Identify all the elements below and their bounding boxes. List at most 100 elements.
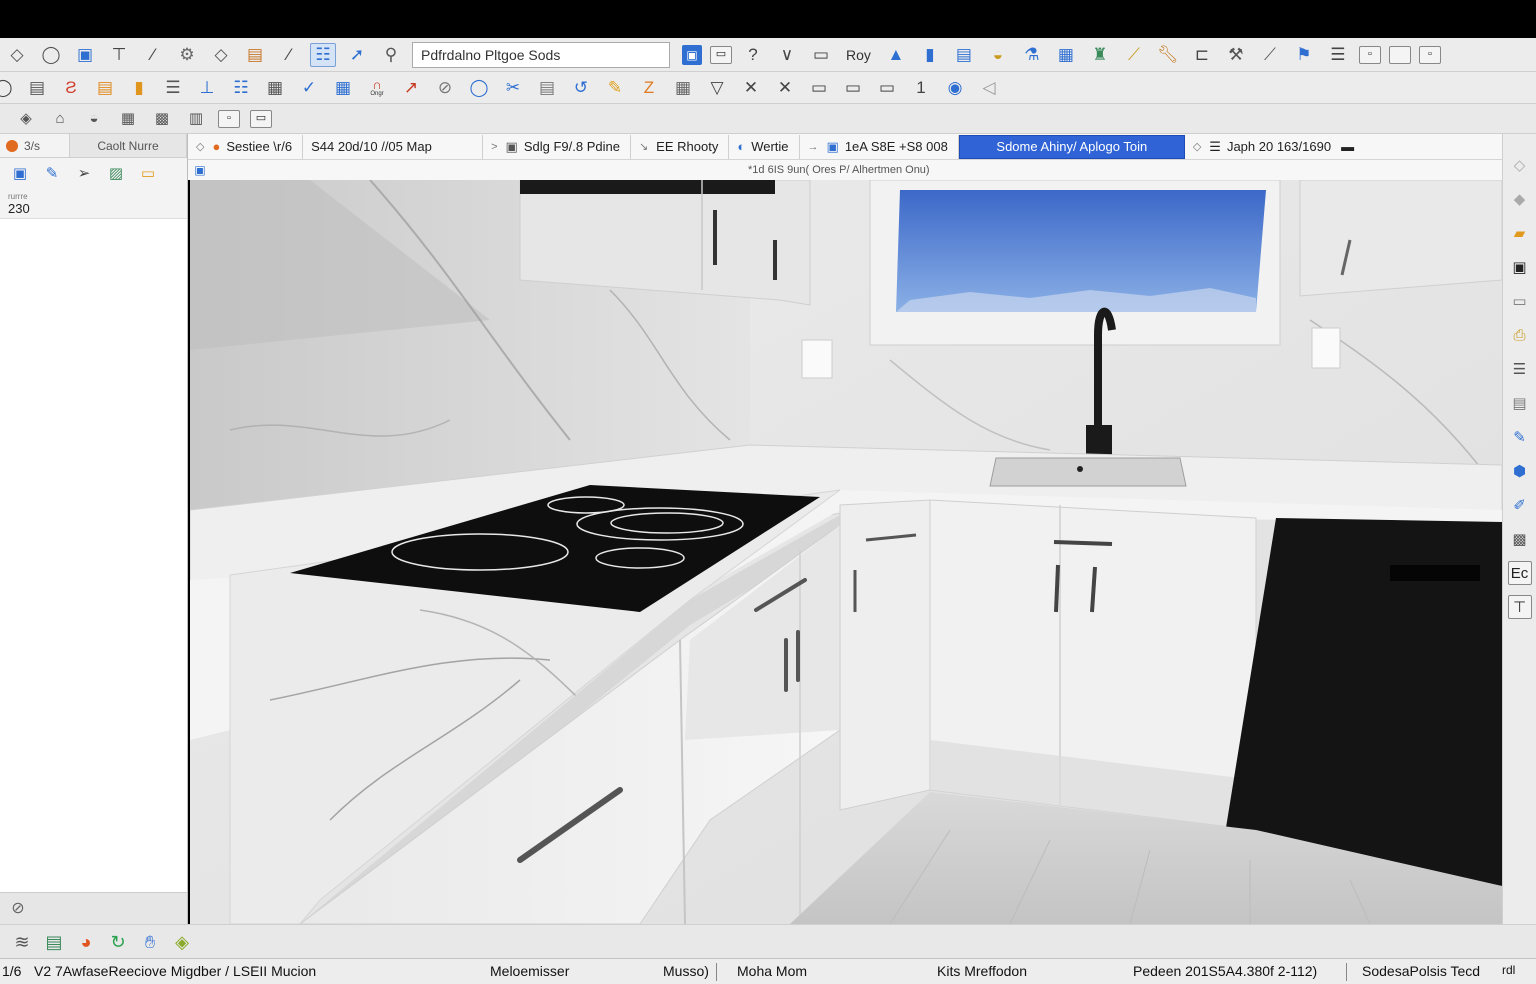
text-ec-icon[interactable]: Ec <box>1507 561 1532 585</box>
calculator-icon[interactable]: ▦ <box>670 76 696 100</box>
maximize-icon[interactable] <box>1388 45 1411 64</box>
gear-icon[interactable]: ⚙ <box>174 43 200 67</box>
screen-icon[interactable]: ▭ <box>250 109 272 128</box>
laptop-icon[interactable]: ▭ <box>136 162 160 184</box>
tools-icon[interactable]: ⚑ <box>1291 43 1317 67</box>
edit-icon[interactable]: ✓ <box>296 76 322 100</box>
blue-triangle-icon[interactable]: ▲ <box>883 43 909 67</box>
list-lines-icon[interactable]: ☰ <box>1508 357 1532 381</box>
ring-icon[interactable]: ◯ <box>466 76 492 100</box>
tab-rhooty[interactable]: ↘ EE Rhooty <box>631 134 730 159</box>
chevron-down-icon[interactable]: ∨ <box>774 43 800 67</box>
number-one-icon[interactable]: 1 <box>908 76 934 100</box>
palette-icon[interactable]: ◈ <box>169 930 195 954</box>
render-viewport[interactable] <box>190 180 1502 924</box>
pencil-icon[interactable]: ⁄ <box>140 43 166 67</box>
menu-icon[interactable]: ☰ <box>1325 43 1351 67</box>
notes-icon[interactable]: ▤ <box>534 76 560 100</box>
yellow-pencil-icon[interactable]: ✎ <box>602 76 628 100</box>
pin-down-icon[interactable]: ⊤ <box>1507 595 1532 619</box>
screwdriver-icon[interactable]: ⟋ <box>1257 43 1283 67</box>
tab-wertie[interactable]: ◐ Wertie <box>729 134 800 159</box>
building-icon[interactable]: ▥ <box>184 108 208 130</box>
bracket-icon[interactable]: ⊏ <box>1189 43 1215 67</box>
layout-icon[interactable]: ▦ <box>116 108 140 130</box>
window-icon[interactable]: ▤ <box>242 43 268 67</box>
ruler-icon[interactable]: ⟋ <box>1121 43 1147 67</box>
edit-blue-icon[interactable]: ✐ <box>1508 493 1532 517</box>
line-tool-icon[interactable]: ⁄ <box>276 43 302 67</box>
blue-circle-icon[interactable]: ◉ <box>942 76 968 100</box>
blank-doc-icon[interactable]: ▭ <box>1508 289 1532 313</box>
layers-icon[interactable]: ☷ <box>310 42 336 67</box>
panel-icon[interactable]: ▮ <box>917 43 943 67</box>
notebook-icon[interactable]: ✎ <box>40 162 64 184</box>
magnet-icon[interactable]: ∩ Ongr <box>364 76 390 100</box>
triangle-down-icon[interactable]: ▽ <box>704 76 730 100</box>
square-icon[interactable]: ▭ <box>806 76 832 100</box>
tab-japh[interactable]: ◇ ☰ Japh 20 163/1690 ▬ <box>1185 135 1364 159</box>
paint-roller-icon[interactable]: ⊤ <box>106 43 132 67</box>
back-arrow-icon[interactable]: ◁ <box>976 76 1002 100</box>
search-input[interactable]: Pdfrdalno Pltgoe Sods <box>412 41 670 68</box>
stamp-icon[interactable]: ♜ <box>1087 43 1113 67</box>
hand-icon[interactable]: ✋︎ <box>137 930 163 954</box>
cross-icon[interactable]: ✕ <box>772 76 798 100</box>
paint-bucket-icon[interactable]: ⚗ <box>1019 43 1045 67</box>
orange-folder-icon[interactable]: ▮ <box>126 76 152 100</box>
stroke-icon[interactable]: ≋ <box>9 930 35 954</box>
ticket-icon[interactable]: ▫ <box>218 109 240 128</box>
blue-marker-icon[interactable]: ▣ <box>192 162 208 178</box>
grid-square-icon[interactable]: ▩ <box>150 108 174 130</box>
tab-caolt-nurre[interactable]: Caolt Nurre <box>70 134 187 157</box>
tab-number[interactable]: → ▣ 1eA S8E +S8 008 <box>800 134 959 159</box>
planet-icon[interactable]: ◒ <box>82 108 106 130</box>
save-icon[interactable]: ▣ <box>72 43 98 67</box>
red-arrow-icon[interactable]: ↗ <box>398 76 424 100</box>
grid-blue-icon[interactable]: ▦ <box>330 76 356 100</box>
panel-blue-icon[interactable]: ▤ <box>951 43 977 67</box>
arrow-icon[interactable]: ➚ <box>344 43 370 67</box>
staircase-icon[interactable]: ⊥ <box>194 76 220 100</box>
arrow-right-icon[interactable]: ➢ <box>72 162 96 184</box>
list-icon[interactable]: ☰ <box>160 76 186 100</box>
circle-icon[interactable]: ◯ <box>0 76 16 100</box>
tab-sestiee[interactable]: ◇ ● Sestiee \r/6 <box>188 134 304 159</box>
hammer-icon[interactable]: ⚒ <box>1223 43 1249 67</box>
eraser-icon[interactable]: ◇ <box>208 43 234 67</box>
paint-icon[interactable]: ⬢ <box>1508 459 1532 483</box>
split-icon[interactable]: ▫ <box>1418 45 1441 64</box>
tab-3s[interactable]: 3/s <box>0 134 70 157</box>
window-black-icon[interactable]: ▣ <box>1508 255 1532 279</box>
pin-icon[interactable]: ⚲ <box>378 43 404 67</box>
close-icon[interactable]: ✕ <box>738 76 764 100</box>
frame-icon[interactable]: ▭ <box>710 45 732 64</box>
diamond-alt-icon[interactable]: ◆ <box>1508 187 1532 211</box>
minimize-icon[interactable]: ▭ <box>808 43 834 67</box>
table-icon[interactable]: ▤ <box>24 76 50 100</box>
blue-curve-icon[interactable]: ↺ <box>568 76 594 100</box>
square-outline-icon[interactable]: ▭ <box>840 76 866 100</box>
grid-icon[interactable]: ▦ <box>262 76 288 100</box>
wrench-icon[interactable]: 🔧︎ <box>1155 43 1181 67</box>
globe-icon[interactable]: ◒ <box>985 43 1011 67</box>
property-value[interactable]: 230 <box>0 201 187 216</box>
lasso-icon[interactable]: ◯ <box>38 43 64 67</box>
eye-icon[interactable]: ⊘ <box>4 897 32 921</box>
browser-icon[interactable]: ◕ <box>73 930 99 954</box>
monitor-icon[interactable]: ▣ <box>8 162 32 184</box>
tab-map[interactable]: S44 20d/10 //05 Map <box>303 134 484 159</box>
chart-orange-icon[interactable]: ▤ <box>92 76 118 100</box>
pen-icon[interactable]: ✎ <box>1508 425 1532 449</box>
tab-sdlg[interactable]: > ▣ Sdlg F9/.8 Pdine <box>483 134 631 159</box>
red-flag-icon[interactable]: Ƨ <box>58 76 84 100</box>
brush-icon[interactable]: ⌂ <box>48 108 72 130</box>
print-icon[interactable]: ⎙ <box>1508 323 1532 347</box>
archive-icon[interactable]: ▤ <box>1508 391 1532 415</box>
tab-active[interactable]: Sdome Ahiny/ Aplogo Toin <box>958 134 1185 159</box>
select-icon[interactable]: ◇ <box>4 43 30 67</box>
folder-orange-icon[interactable]: ▰ <box>1508 221 1532 245</box>
calendar-icon[interactable]: ▦ <box>1053 43 1079 67</box>
stack-icon[interactable]: ☷ <box>228 76 254 100</box>
refresh-green-icon[interactable]: ↻ <box>105 930 131 954</box>
